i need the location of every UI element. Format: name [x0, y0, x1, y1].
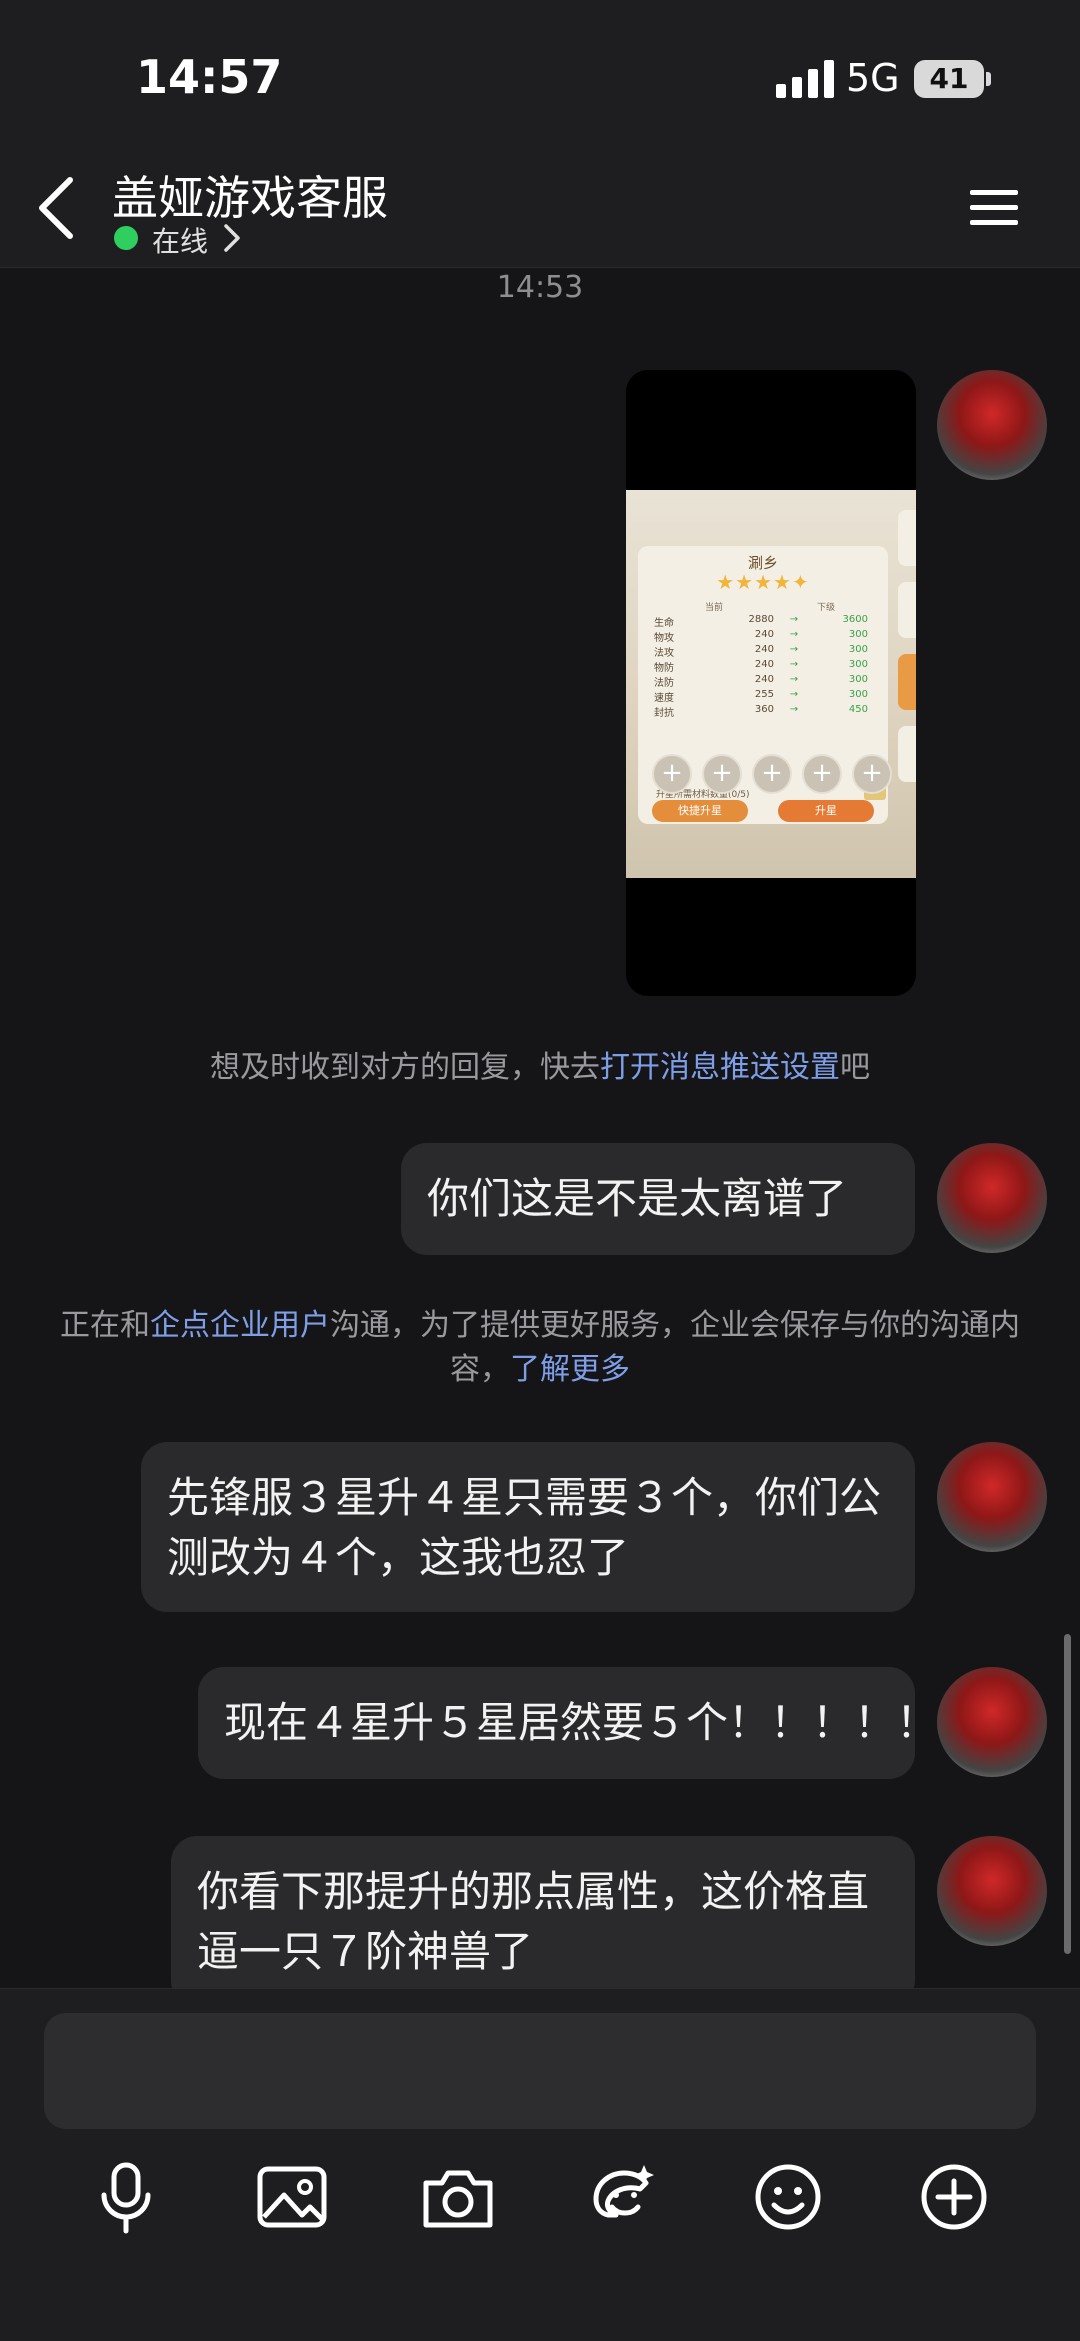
stat-current: 360	[754, 704, 774, 715]
status-time: 14:57	[136, 50, 283, 104]
composer-bar	[0, 1988, 1080, 2341]
stat-next: 300	[848, 674, 868, 685]
avatar[interactable]	[937, 1667, 1047, 1777]
stat-row: 物防 240 → 300	[654, 659, 878, 674]
chat-header: 盖娅游戏客服 在线	[0, 150, 1080, 268]
stat-current: 240	[754, 674, 774, 685]
stat-name: 法防	[654, 678, 674, 689]
message-bubble[interactable]: 你们这是不是太离谱了	[401, 1143, 915, 1255]
arrow-icon: →	[789, 614, 799, 625]
stat-next: 300	[848, 629, 868, 640]
quick-upgrade-button: 快捷升星	[652, 800, 748, 822]
notice-text: 吧	[840, 1050, 870, 1085]
notice-text: 沟通，为了提供更好服务，企业会保存与你的沟通内容，	[330, 1308, 1020, 1387]
arrow-icon: →	[789, 689, 799, 700]
camera-icon[interactable]	[416, 2155, 500, 2239]
notice-text: 正在和	[60, 1308, 150, 1343]
material-slot: +	[702, 754, 742, 794]
network-type: 5G	[846, 56, 900, 100]
add-icon[interactable]	[912, 2155, 996, 2239]
stat-current: 2880	[748, 614, 774, 625]
stat-current: 240	[754, 644, 774, 655]
avatar[interactable]	[937, 1442, 1047, 1552]
image-icon[interactable]	[250, 2155, 334, 2239]
material-slot: +	[802, 754, 842, 794]
stat-name: 物攻	[654, 633, 674, 644]
stat-name: 封抗	[654, 708, 674, 719]
signal-icon	[776, 60, 834, 98]
stat-name: 物防	[654, 663, 674, 674]
message-bubble[interactable]: 现在４星升５星居然要５个！！！！！	[198, 1667, 938, 1779]
emoji-icon[interactable]	[746, 2155, 830, 2239]
chat-title[interactable]: 盖娅游戏客服	[112, 162, 388, 228]
stat-next: 300	[848, 689, 868, 700]
chevron-right-icon[interactable]	[220, 222, 244, 254]
material-slot: +	[652, 754, 692, 794]
stat-current: 240	[754, 659, 774, 670]
stat-next: 450	[848, 704, 868, 715]
stat-row: 生命 2880 → 3600	[654, 614, 878, 629]
online-status-label[interactable]: 在线	[152, 220, 208, 260]
stat-name: 速度	[654, 693, 674, 704]
battery-tip	[986, 72, 991, 86]
scrollbar[interactable]	[1064, 1634, 1071, 1954]
upgrade-button: 升星	[778, 800, 874, 822]
stat-current: 240	[754, 629, 774, 640]
stat-row: 法防 240 → 300	[654, 674, 878, 689]
learn-more-link[interactable]: 了解更多	[510, 1352, 630, 1387]
arrow-icon: →	[789, 644, 799, 655]
avatar[interactable]	[937, 370, 1047, 480]
material-slots: + + + + +	[652, 754, 916, 794]
push-settings-link[interactable]: 打开消息推送设置	[600, 1050, 840, 1085]
arrow-icon: →	[789, 659, 799, 670]
arrow-icon: →	[789, 629, 799, 640]
avatar[interactable]	[937, 1836, 1047, 1946]
stat-row: 封抗 360 → 450	[654, 704, 878, 719]
message-bubble[interactable]: 先锋服３星升４星只需要３个，你们公测改为４个，这我也忍了	[141, 1442, 915, 1612]
material-slot: +	[852, 754, 892, 794]
arrow-icon: →	[789, 674, 799, 685]
stat-current: 255	[754, 689, 774, 700]
message-input[interactable]	[44, 2013, 1036, 2129]
game-screenshot: 涮乡 ★★★★✦ 当前 下级 生命 2880 → 3600 物攻 240 → 300 法攻 2…	[626, 490, 916, 878]
stats-table: 当前 下级 生命 2880 → 3600 物攻 240 → 300 法攻 240 → 300 物防…	[654, 600, 878, 719]
stat-row: 速度 255 → 300	[654, 689, 878, 704]
arrow-icon: →	[789, 704, 799, 715]
stat-next: 3600	[842, 614, 868, 625]
side-tab	[898, 654, 916, 710]
enterprise-link[interactable]: 企点企业用户	[150, 1308, 330, 1343]
notice-text: 想及时收到对方的回复，快去	[210, 1050, 600, 1085]
stat-name: 生命	[654, 618, 674, 629]
enterprise-notice: 正在和企点企业用户沟通，为了提供更好服务，企业会保存与你的沟通内容，了解更多	[50, 1304, 1030, 1392]
microphone-icon[interactable]	[84, 2155, 168, 2239]
side-tab	[898, 582, 916, 638]
star-rating: ★★★★✦	[716, 570, 810, 594]
side-tab	[898, 510, 916, 566]
image-message[interactable]: 涮乡 ★★★★✦ 当前 下级 生命 2880 → 3600 物攻 240 → 300 法攻 2…	[626, 370, 916, 996]
stat-row: 法攻 240 → 300	[654, 644, 878, 659]
online-status-dot	[114, 226, 138, 250]
push-settings-notice: 想及时收到对方的回复，快去打开消息推送设置吧	[60, 1046, 1020, 1090]
status-bar: 14:57 5G 41	[0, 0, 1080, 150]
avatar[interactable]	[937, 1143, 1047, 1253]
message-timestamp: 14:53	[496, 270, 584, 305]
stat-name: 法攻	[654, 648, 674, 659]
material-slot: +	[752, 754, 792, 794]
stats-header: 当前 下级	[654, 600, 878, 614]
battery-icon: 41	[914, 60, 984, 98]
menu-icon[interactable]	[968, 186, 1020, 230]
stat-next: 300	[848, 659, 868, 670]
stat-next: 300	[848, 644, 868, 655]
sticker-icon[interactable]	[582, 2155, 666, 2239]
col-current: 当前	[704, 603, 723, 613]
col-next: 下级	[816, 603, 835, 613]
message-bubble[interactable]: 你看下那提升的那点属性，这价格直逼一只７阶神兽了	[171, 1836, 915, 2006]
stat-row: 物攻 240 → 300	[654, 629, 878, 644]
back-icon[interactable]	[32, 172, 80, 244]
